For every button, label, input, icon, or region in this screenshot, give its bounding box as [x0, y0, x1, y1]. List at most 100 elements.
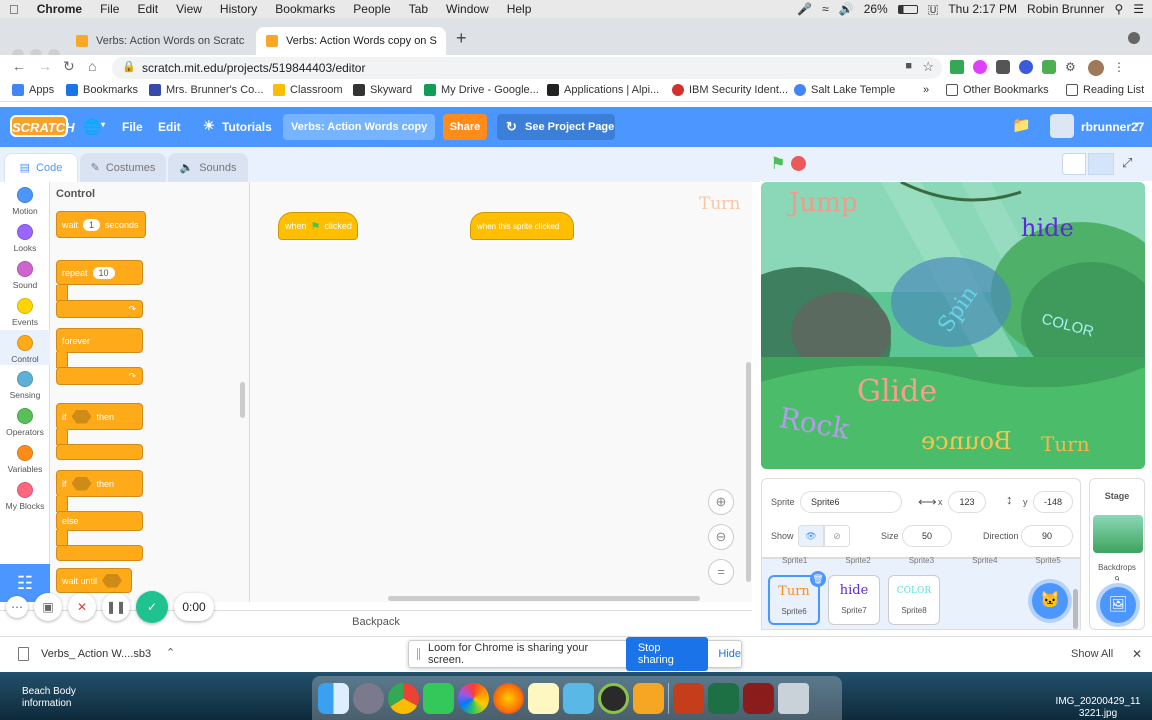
- close-download-bar[interactable]: ✕: [1132, 647, 1142, 661]
- cancel-recording-icon[interactable]: ✕: [68, 593, 96, 621]
- repeat-block[interactable]: repeat 10: [56, 260, 143, 285]
- extension-square-icon[interactable]: [996, 60, 1010, 74]
- dictionary-icon[interactable]: [743, 682, 774, 714]
- menu-tab[interactable]: Tab: [400, 2, 437, 16]
- app-menu[interactable]: Chrome: [28, 2, 91, 16]
- script-area[interactable]: when ⚑ clicked when this sprite clicked …: [250, 182, 752, 602]
- tab-search-icon[interactable]: [1128, 32, 1140, 44]
- show-all-downloads[interactable]: Show All: [1071, 648, 1113, 660]
- normal-stage-button[interactable]: [1088, 153, 1114, 175]
- desktop-file-left[interactable]: Beach Body information: [22, 686, 76, 710]
- facetime-icon[interactable]: [423, 682, 454, 714]
- menu-bookmarks[interactable]: Bookmarks: [266, 2, 344, 16]
- reload-icon[interactable]: ↻: [63, 58, 75, 75]
- tab-sounds[interactable]: 🔈 Sounds: [168, 153, 248, 182]
- extension-k-icon[interactable]: [1019, 60, 1033, 74]
- new-tab-button[interactable]: +: [456, 28, 467, 49]
- firefox-icon[interactable]: [493, 682, 524, 714]
- condition-slot[interactable]: [71, 476, 92, 491]
- bookmark-brunner[interactable]: Mrs. Brunner's Co...: [149, 84, 263, 96]
- powerpoint-icon[interactable]: [673, 682, 704, 714]
- y-position-input[interactable]: -148: [1033, 491, 1073, 513]
- chevron-up-icon[interactable]: ⌃: [166, 646, 175, 659]
- zoom-reset-button[interactable]: =: [708, 559, 734, 585]
- menu-window[interactable]: Window: [437, 2, 498, 16]
- puzzle-extensions-icon[interactable]: ⚙: [1065, 60, 1079, 74]
- menu-history[interactable]: History: [211, 2, 266, 16]
- if-then-block[interactable]: if then: [56, 403, 143, 430]
- battery-icon[interactable]: [897, 4, 918, 14]
- tutorials-button[interactable]: Tutorials: [222, 120, 272, 134]
- file-menu[interactable]: File: [122, 120, 143, 134]
- see-project-page-button[interactable]: ↻ See Project Page: [497, 114, 615, 140]
- edit-menu[interactable]: Edit: [158, 120, 181, 134]
- sprite-thumb-sprite6[interactable]: Turn Sprite6 🗑: [768, 571, 826, 625]
- show-visible-button[interactable]: 👁: [798, 525, 824, 547]
- excel-icon[interactable]: [708, 682, 739, 714]
- sprite-name[interactable]: Sprite5: [1035, 556, 1060, 565]
- volume-icon[interactable]: 🔊: [839, 2, 854, 16]
- stop-sharing-button[interactable]: Stop sharing: [625, 637, 709, 671]
- clock[interactable]: Thu 2:17 PM: [948, 2, 1017, 16]
- forward-icon[interactable]: →: [38, 58, 52, 74]
- spotlight-search-icon[interactable]: ⚲: [1114, 2, 1123, 16]
- sprite-thumb-sprite8[interactable]: COLOR Sprite8: [888, 575, 940, 625]
- browser-tab-1[interactable]: Verbs: Action Words on Scratc ✕: [66, 27, 254, 55]
- launchpad-icon[interactable]: [353, 682, 384, 714]
- x-position-input[interactable]: 123: [948, 491, 986, 513]
- extension-green-icon[interactable]: [1042, 60, 1056, 74]
- share-button[interactable]: Share: [443, 114, 487, 140]
- repeat-value-input[interactable]: 10: [92, 266, 115, 279]
- category-motion[interactable]: Motion: [0, 187, 50, 216]
- chrome-icon[interactable]: [388, 682, 419, 714]
- delete-sprite-icon[interactable]: 🗑: [810, 571, 826, 587]
- sprite-name-input[interactable]: Sprite6: [800, 491, 902, 513]
- zoom-in-button[interactable]: ⊕: [708, 489, 734, 515]
- bookmark-bookmarks[interactable]: Bookmarks: [66, 84, 138, 96]
- category-variables[interactable]: Variables: [0, 445, 50, 474]
- address-bar[interactable]: 🔒 scratch.mit.edu/projects/519844403/edi…: [112, 57, 942, 79]
- bookmark-ibm[interactable]: IBM Security Ident...: [672, 84, 788, 96]
- menu-file[interactable]: File: [91, 2, 128, 16]
- finder-icon[interactable]: [318, 682, 349, 714]
- browser-tab-2[interactable]: Verbs: Action Words copy on S ✕: [256, 27, 446, 55]
- globe-language-icon[interactable]: 🌐: [83, 118, 102, 136]
- category-events[interactable]: Events: [0, 298, 50, 327]
- sprite-thumb-sprite7[interactable]: hide Sprite7: [828, 575, 880, 625]
- green-flag-icon[interactable]: ⚑: [766, 153, 790, 175]
- menu-people[interactable]: People: [344, 2, 399, 16]
- category-my-blocks[interactable]: My Blocks: [0, 482, 50, 511]
- bookmarks-overflow-button[interactable]: »: [923, 84, 929, 96]
- palette-scrollbar[interactable]: [240, 382, 245, 418]
- other-bookmarks[interactable]: Other Bookmarks: [946, 84, 1049, 96]
- drag-handle-icon[interactable]: [417, 648, 420, 660]
- project-title-input[interactable]: Verbs: Action Words copy: [283, 114, 435, 140]
- user-name[interactable]: Robin Brunner: [1027, 2, 1104, 16]
- tab-code[interactable]: ▤ Code: [4, 153, 78, 182]
- bookmark-my-drive[interactable]: My Drive - Google...: [424, 84, 539, 96]
- stage-canvas[interactable]: Jump hide Spin COLOR Glide Rock Bounce T…: [761, 182, 1145, 469]
- scratch-logo[interactable]: SCRATCH: [10, 115, 75, 137]
- close-tab-icon[interactable]: ✕: [244, 35, 254, 48]
- pause-icon[interactable]: ❚❚: [102, 593, 130, 621]
- sprite-name[interactable]: Sprite3: [909, 556, 934, 565]
- google-drive-icon[interactable]: [950, 60, 964, 74]
- tab-costumes[interactable]: ✎ Costumes: [80, 153, 166, 182]
- category-control[interactable]: Control: [0, 330, 50, 365]
- when-flag-clicked-block[interactable]: when ⚑ clicked: [278, 212, 358, 240]
- condition-slot[interactable]: [71, 409, 92, 424]
- menu-view[interactable]: View: [167, 2, 211, 16]
- hide-button[interactable]: Hide: [718, 648, 741, 660]
- small-stage-button[interactable]: [1062, 153, 1086, 175]
- wifi-icon[interactable]: ≈: [822, 2, 829, 16]
- profile-avatar[interactable]: [1088, 60, 1104, 76]
- extension-pinwheel-icon[interactable]: [973, 60, 987, 74]
- sprite-name[interactable]: Sprite1: [782, 556, 807, 565]
- menu-help[interactable]: Help: [498, 2, 541, 16]
- more-options-icon[interactable]: ⋯: [6, 596, 28, 618]
- sprite-name[interactable]: Sprite4: [972, 556, 997, 565]
- horizontal-scrollbar[interactable]: [388, 596, 700, 601]
- bookmark-star-icon[interactable]: ☆: [922, 59, 934, 75]
- canvas-icon[interactable]: ▣: [34, 593, 62, 621]
- finish-recording-icon[interactable]: ✓: [136, 591, 168, 623]
